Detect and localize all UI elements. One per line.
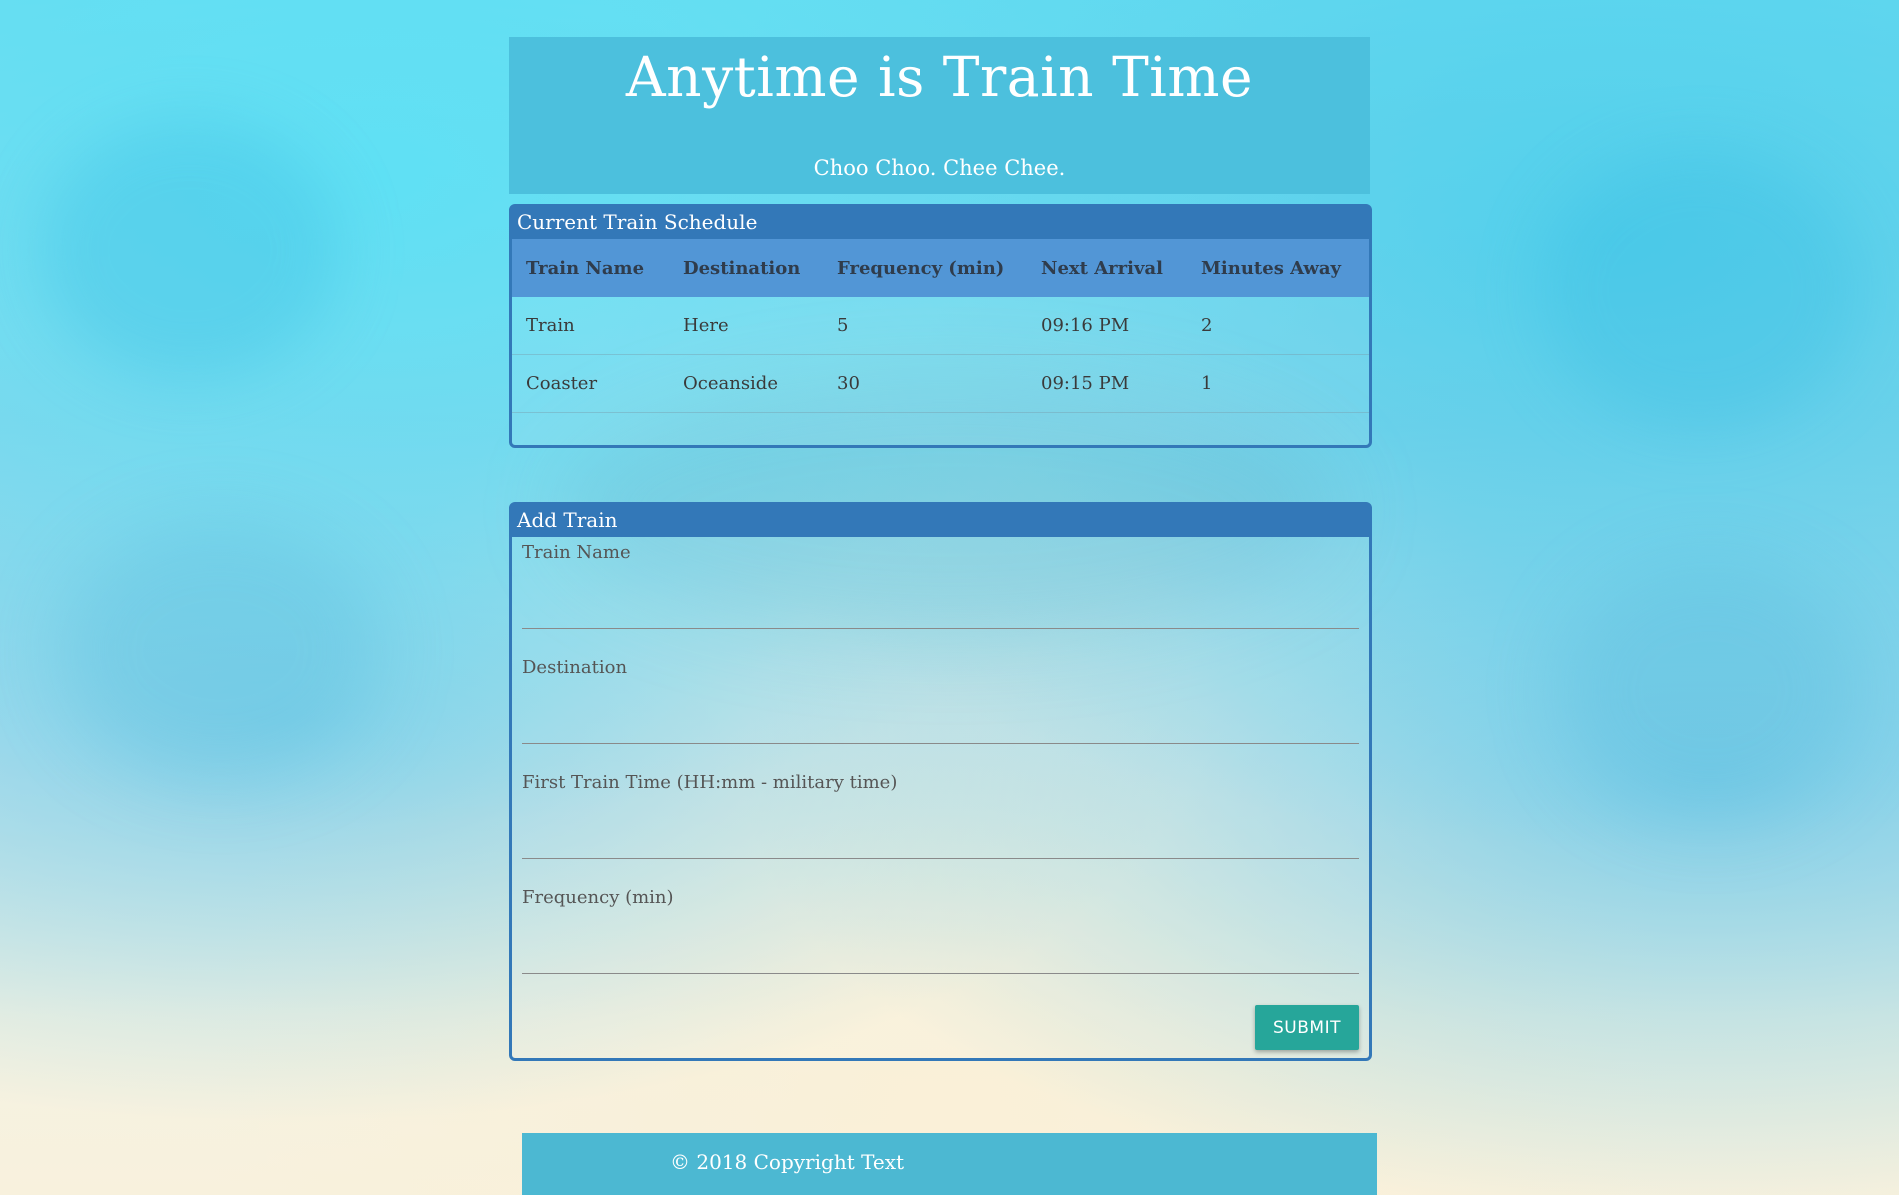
train-name-field-group: Train Name <box>522 537 1359 652</box>
frequency-field-group: Frequency (min) <box>522 882 1359 997</box>
first-train-time-field-group: First Train Time (HH:mm - military time) <box>522 767 1359 882</box>
page-header: Anytime is Train Time Choo Choo. Chee Ch… <box>509 37 1370 194</box>
table-header-row: Train Name Destination Frequency (min) N… <box>512 239 1369 297</box>
cell-next-arrival: 09:15 PM <box>1027 354 1187 413</box>
background-splash <box>1540 150 1860 430</box>
column-header-minutes-away: Minutes Away <box>1201 257 1341 279</box>
page-tagline: Choo Choo. Chee Chee. <box>813 156 1066 180</box>
cell-frequency: 5 <box>823 297 1027 355</box>
first-train-time-input[interactable] <box>522 797 1359 859</box>
cell-train-name: Train <box>512 297 669 355</box>
column-header-frequency: Frequency (min) <box>837 257 1005 279</box>
frequency-label: Frequency (min) <box>522 887 674 908</box>
first-train-time-label: First Train Time (HH:mm - military time) <box>522 772 898 793</box>
schedule-panel: Current Train Schedule Train Name Destin… <box>509 204 1372 448</box>
column-header-next-arrival: Next Arrival <box>1041 257 1163 279</box>
frequency-input[interactable] <box>522 912 1359 974</box>
cell-destination: Here <box>669 297 823 355</box>
cell-minutes-away: 1 <box>1187 354 1369 413</box>
column-header-destination: Destination <box>683 257 801 279</box>
destination-label: Destination <box>522 657 628 678</box>
cell-frequency: 30 <box>823 354 1027 413</box>
schedule-table: Train Name Destination Frequency (min) N… <box>512 239 1369 413</box>
train-name-label: Train Name <box>522 542 631 563</box>
train-name-input[interactable] <box>522 567 1359 629</box>
destination-input[interactable] <box>522 682 1359 744</box>
table-row: Train Here 5 09:16 PM 2 <box>512 297 1369 355</box>
add-train-heading: Add Train <box>511 504 1370 537</box>
page-title: Anytime is Train Time <box>625 45 1254 109</box>
background-splash <box>1560 560 1860 820</box>
add-train-panel: Add Train Train Name Destination First T… <box>509 502 1372 1061</box>
schedule-heading: Current Train Schedule <box>511 206 1370 239</box>
background-splash <box>40 120 340 380</box>
submit-button[interactable]: SUBMIT <box>1255 1005 1359 1050</box>
copyright-text: © 2018 Copyright Text <box>670 1150 905 1174</box>
cell-train-name: Coaster <box>512 354 669 413</box>
destination-field-group: Destination <box>522 652 1359 767</box>
cell-destination: Oceanside <box>669 354 823 413</box>
page-footer: © 2018 Copyright Text <box>522 1133 1377 1195</box>
cell-minutes-away: 2 <box>1187 297 1369 355</box>
add-train-form: Train Name Destination First Train Time … <box>512 537 1369 1050</box>
column-header-train-name: Train Name <box>526 257 645 279</box>
background-splash <box>60 520 380 780</box>
table-row: Coaster Oceanside 30 09:15 PM 1 <box>512 354 1369 413</box>
cell-next-arrival: 09:16 PM <box>1027 297 1187 355</box>
